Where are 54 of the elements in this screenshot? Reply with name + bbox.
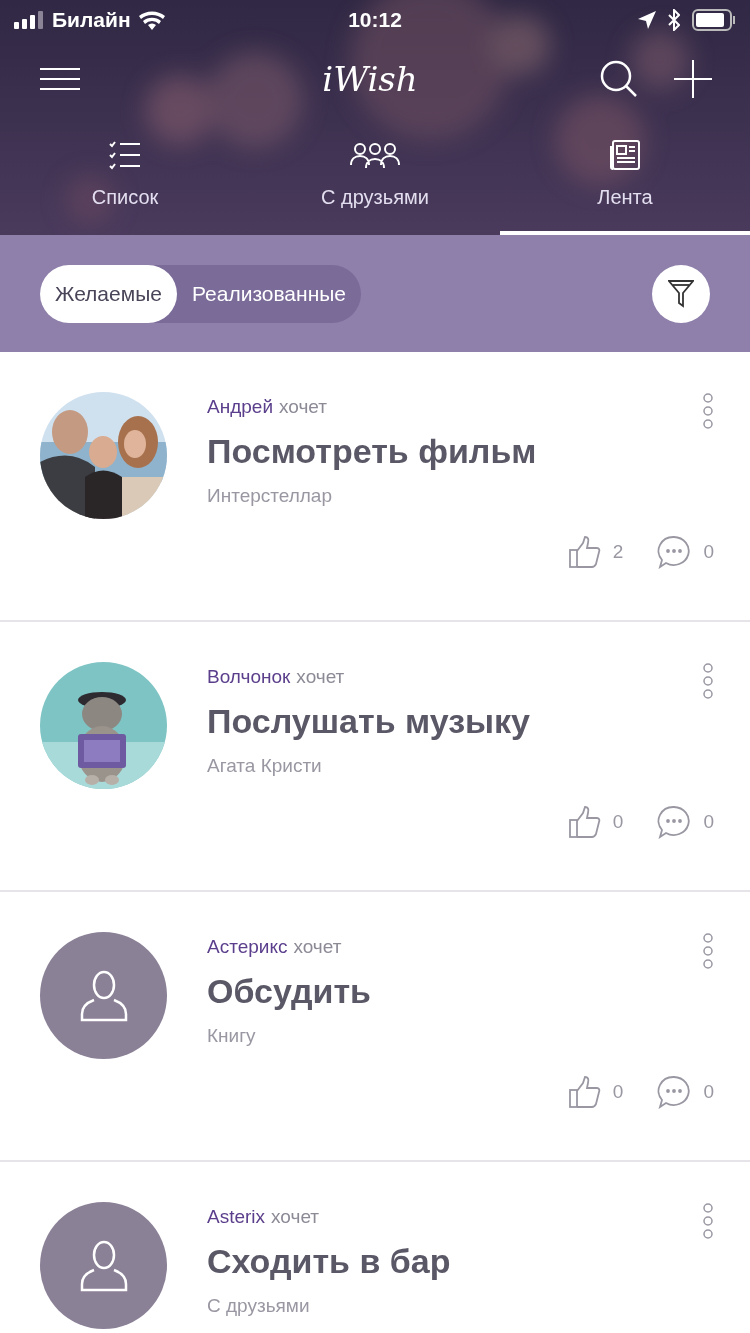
wifi-icon bbox=[138, 10, 165, 30]
wish-title: Посмотреть фильм bbox=[207, 432, 538, 471]
action-verb: хочет bbox=[293, 936, 342, 958]
nav-tab[interactable]: Список bbox=[0, 118, 250, 235]
comment-icon[interactable] bbox=[657, 535, 692, 569]
battery-icon bbox=[692, 9, 736, 31]
newspaper-icon bbox=[609, 139, 641, 171]
person-icon bbox=[79, 1239, 128, 1292]
action-verb: хочет bbox=[296, 666, 345, 688]
author-name[interactable]: Андрей bbox=[207, 396, 273, 418]
thumbs-up-icon[interactable] bbox=[568, 1076, 601, 1108]
action-verb: хочет bbox=[279, 396, 327, 418]
more-icon[interactable] bbox=[702, 392, 714, 430]
plus-icon[interactable] bbox=[674, 60, 712, 98]
author-name[interactable]: Астерикс bbox=[207, 936, 288, 958]
wish-subtitle: С друзьями bbox=[207, 1295, 311, 1317]
person-icon bbox=[79, 969, 128, 1022]
more-icon[interactable] bbox=[702, 1202, 714, 1240]
app-title: iWish bbox=[321, 59, 419, 99]
wish-subtitle: Интерстеллар bbox=[207, 485, 333, 507]
wish-subtitle: Агата Кристи bbox=[207, 755, 323, 777]
signal-icon bbox=[14, 11, 44, 29]
comment-icon[interactable] bbox=[657, 805, 692, 839]
more-icon[interactable] bbox=[702, 932, 714, 970]
thumbs-up-icon[interactable] bbox=[568, 806, 601, 838]
comment-count: 0 bbox=[703, 811, 714, 833]
wish-title: Послушать музыку bbox=[207, 702, 531, 741]
segment-button[interactable]: Реализованные bbox=[176, 264, 362, 323]
action-verb: хочет bbox=[271, 1206, 320, 1228]
checklist-icon bbox=[108, 140, 142, 170]
like-count: 0 bbox=[612, 811, 624, 833]
people-icon bbox=[350, 141, 400, 169]
like-count: 0 bbox=[612, 1081, 624, 1103]
thumbs-up-icon[interactable] bbox=[568, 536, 601, 568]
clock-time: 10:12 bbox=[348, 8, 402, 32]
comment-count: 0 bbox=[703, 541, 714, 563]
menu-icon[interactable] bbox=[40, 68, 80, 90]
author-name[interactable]: Волчонок bbox=[207, 666, 291, 688]
filter-icon bbox=[668, 279, 694, 308]
nav-tab[interactable]: С друзьями bbox=[250, 118, 500, 235]
segment-button[interactable]: Желаемые bbox=[40, 264, 177, 323]
wish-title: Обсудить bbox=[207, 972, 372, 1011]
like-count: 2 bbox=[612, 541, 624, 563]
wish-subtitle: Книгу bbox=[207, 1025, 257, 1047]
comment-icon[interactable] bbox=[657, 1075, 692, 1109]
wish-title: Сходить в бар bbox=[207, 1242, 452, 1281]
location-arrow-icon bbox=[638, 11, 656, 29]
author-name[interactable]: Asterix bbox=[207, 1206, 266, 1228]
filter-button[interactable] bbox=[652, 264, 710, 323]
bluetooth-icon bbox=[668, 9, 680, 31]
search-icon[interactable] bbox=[600, 60, 638, 98]
carrier-name: Билайн bbox=[52, 8, 131, 32]
comment-count: 0 bbox=[703, 1081, 714, 1103]
more-icon[interactable] bbox=[702, 662, 714, 700]
